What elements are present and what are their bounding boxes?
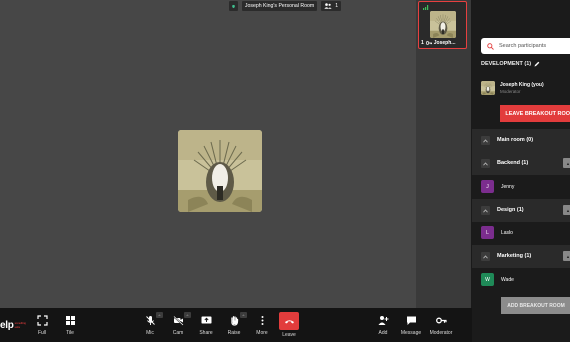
raise-hand-button[interactable]: ^ Raise [222,312,247,341]
avatar: J [481,180,494,193]
avatar [481,81,495,95]
share-screen-icon [201,316,211,324]
share-screen-label: Share [199,330,213,336]
brand-name: elp [0,320,14,331]
mic-button[interactable]: ^ Mic [138,312,163,341]
fullscreen-button[interactable]: Full [30,315,54,341]
participant-video-tile[interactable] [178,130,262,212]
video-stage [0,0,416,308]
mic-label: Mic [146,330,154,336]
moderator-label: Moderator [429,330,453,336]
participant-role: Moderator [500,89,521,94]
more-label: More [256,330,268,336]
room-header-design[interactable]: Design (1) ▲ [472,199,570,222]
chat-bubble-icon [406,316,416,325]
self-tile-label: 1 Joseph... [421,39,465,47]
add-breakout-room-button[interactable]: ADD BREAKOUT ROOM [501,297,570,314]
self-participant-row[interactable]: Joseph King (you) Moderator [472,76,570,100]
camera-button[interactable]: ^ Cam [166,312,191,341]
key-icon [435,317,447,324]
avatar: L [481,226,494,239]
people-icon [324,3,332,9]
participant-avatar-image [178,130,262,212]
edit-pencil-icon[interactable] [534,61,540,67]
participant-name: Laslo [501,230,513,236]
more-vertical-icon [261,316,263,325]
avatar: W [481,273,494,286]
self-tile-count: 1 [421,40,424,46]
current-room-title: DEVELOPMENT (1) [481,61,532,67]
join-room-icon[interactable]: ▲ [563,158,570,168]
leave-breakout-room-button[interactable]: LEAVE BREAKOUT ROOM [500,105,570,122]
list-item[interactable]: J Jenny [472,175,570,199]
room-title: Design (1) [497,207,524,213]
camera-off-icon [172,315,184,326]
share-screen-button[interactable]: Share [194,315,218,341]
shield-icon [232,4,235,8]
moderator-button[interactable]: Moderator [429,315,453,341]
leave-call-icon-box [279,312,299,330]
join-room-icon[interactable]: ▲ [563,251,570,261]
participant-name: Jenny [501,184,515,190]
chevron-up-icon[interactable] [481,252,490,261]
hang-up-icon [284,319,294,323]
room-title: Main room (0) [497,137,534,143]
leave-label: Leave [282,332,296,338]
leave-meeting-button[interactable]: Leave [277,312,301,341]
add-person-icon [378,316,388,325]
brand-logo: elpsomething extra [0,320,27,331]
self-name: Joseph... [433,40,456,46]
participant-name: Wade [501,277,514,283]
add-participant-button[interactable]: Add [371,315,395,341]
add-label: Add [378,330,388,336]
brand-tagline: something extra [14,321,26,330]
participant-count: 1 [335,3,339,9]
room-name: Joseph King's Personal Room [244,3,315,9]
room-header-marketing[interactable]: Marketing (1) ▲ [472,245,570,268]
list-item[interactable]: W Wade [472,268,570,292]
room-title: Marketing (1) [497,253,532,259]
camera-options-caret[interactable]: ^ [184,312,191,318]
room-title: Backend (1) [497,160,529,166]
tile-grid-icon [65,316,75,325]
tile-view-button[interactable]: Tile [58,315,82,341]
participant-name: Joseph King (you) [500,82,544,88]
self-view-column: 1 Joseph... [416,0,471,308]
fullscreen-icon [36,315,48,326]
raise-hand-icon [230,316,238,326]
mic-options-caret[interactable]: ^ [156,312,163,318]
room-header-backend[interactable]: Backend (1) ▲ [472,152,570,175]
participant-count-chip[interactable]: 1 [321,1,342,11]
list-item[interactable]: L Laslo [472,221,570,245]
chevron-up-icon[interactable] [481,136,490,145]
chevron-up-icon[interactable] [481,206,490,215]
camera-label: Cam [172,330,184,336]
room-name-chip: Joseph King's Personal Room [241,1,318,11]
chevron-up-icon[interactable] [481,159,490,168]
raise-hand-label: Raise [227,330,241,336]
security-indicator[interactable] [228,1,238,11]
more-button[interactable]: More [250,315,274,341]
meeting-toolbar: elpsomething extra Full Tile ^ Mic ^ Cam… [0,308,472,342]
search-icon [487,42,494,50]
participants-panel: DEVELOPMENT (1) Joseph King (you) Modera… [472,0,570,342]
room-header-main[interactable]: Main room (0) [472,129,570,152]
join-room-icon[interactable]: ▲ [563,205,570,215]
search-box[interactable] [481,38,570,54]
raise-options-caret[interactable]: ^ [240,312,247,318]
message-button[interactable]: Message [399,315,423,341]
search-participants-input[interactable] [499,43,569,49]
fullscreen-label: Full [37,330,47,336]
moderator-key-icon [425,41,432,45]
current-room-heading: DEVELOPMENT (1) [481,61,540,67]
self-avatar-image [430,11,456,38]
message-label: Message [400,330,422,336]
mic-muted-icon [145,316,155,325]
tile-view-label: Tile [66,330,74,336]
